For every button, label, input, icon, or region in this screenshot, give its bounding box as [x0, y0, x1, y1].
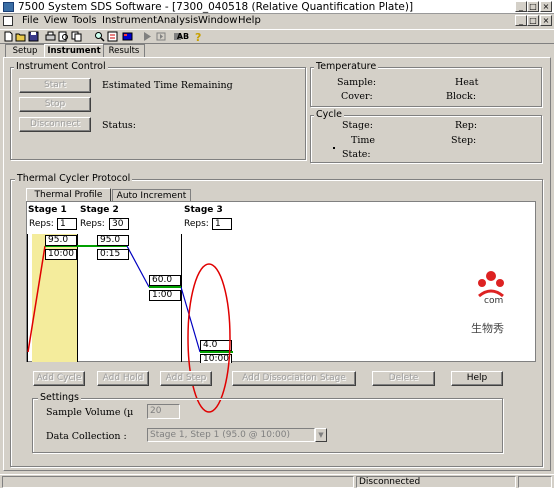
- add-cycle-button[interactable]: Add Cycle: [33, 371, 85, 386]
- menu-instrument[interactable]: Instrument: [102, 14, 157, 28]
- block-temp-label: Block:: [446, 91, 477, 102]
- add-dissociation-stage-button[interactable]: Add Dissociation Stage: [232, 371, 356, 386]
- status-label: Status:: [102, 120, 137, 131]
- sample-volume-input[interactable]: 20: [147, 404, 180, 419]
- disconnect-button[interactable]: Disconnect: [19, 117, 91, 132]
- text-format-icon[interactable]: AB: [176, 31, 190, 42]
- watermark-cn-text: 生物秀: [471, 322, 504, 335]
- find-icon[interactable]: [94, 31, 105, 42]
- menu-view[interactable]: View: [44, 14, 68, 28]
- stage2-step1-time-input[interactable]: 0:15: [97, 249, 129, 260]
- annotation-ellipse: [187, 263, 231, 413]
- tab-instrument[interactable]: Instrument: [44, 44, 104, 58]
- doc-minimize-button[interactable]: _: [515, 15, 527, 26]
- doc-restore-button[interactable]: □: [527, 15, 539, 26]
- close-button[interactable]: ×: [540, 1, 552, 12]
- chevron-down-icon[interactable]: ▼: [315, 428, 327, 442]
- tab-setup[interactable]: Setup: [5, 44, 45, 57]
- step-label: Step:: [451, 135, 477, 146]
- estimated-time-label: Estimated Time Remaining: [102, 80, 233, 91]
- up-ramp-line: [27, 245, 46, 353]
- temperature-label: Temperature: [314, 61, 379, 72]
- start-button[interactable]: Start: [19, 78, 91, 93]
- stop-button[interactable]: Stop: [19, 97, 91, 112]
- stage1-temp-input[interactable]: 95.0: [45, 235, 77, 246]
- delete-button[interactable]: Delete: [372, 371, 435, 386]
- menu-analysis[interactable]: Analysis: [157, 14, 198, 28]
- add-step-button[interactable]: Add Step: [160, 371, 212, 386]
- state-label: State:: [342, 149, 371, 160]
- new-icon[interactable]: [3, 31, 14, 42]
- temperature-profile-curve: [27, 245, 233, 353]
- status-bar: Disconnected: [0, 474, 554, 488]
- dot-mark: [333, 147, 335, 149]
- stage1-time-input[interactable]: 10:00: [45, 249, 77, 260]
- plate-icon[interactable]: [122, 31, 133, 42]
- menu-bar: File View Tools Instrument Analysis Wind…: [0, 14, 554, 28]
- toolbar: AB ?: [0, 29, 554, 44]
- menu-tools[interactable]: Tools: [72, 14, 97, 28]
- status-panel: [518, 476, 552, 488]
- menu-file[interactable]: File: [22, 14, 39, 28]
- help-icon[interactable]: ?: [192, 31, 203, 44]
- maximize-button[interactable]: □: [527, 1, 539, 12]
- sample-volume-label: Sample Volume (µ: [46, 407, 134, 418]
- print-icon[interactable]: [45, 31, 56, 42]
- cover-temp-label: Cover:: [341, 91, 373, 102]
- menu-window[interactable]: Window: [198, 14, 237, 28]
- print-preview-icon[interactable]: [58, 31, 69, 42]
- time-label: Time: [351, 135, 376, 146]
- window-title: 7500 System SDS Software - [7300_040518 …: [18, 1, 414, 13]
- step-icon[interactable]: [156, 31, 167, 42]
- doc-close-button[interactable]: ×: [540, 15, 552, 26]
- data-collection-label: Data Collection :: [46, 431, 127, 442]
- settings-label: Settings: [38, 392, 81, 403]
- menu-help[interactable]: Help: [238, 14, 261, 28]
- minimize-button[interactable]: _: [515, 1, 527, 12]
- help-button[interactable]: Help: [451, 371, 503, 386]
- open-icon[interactable]: [15, 31, 26, 42]
- document-icon[interactable]: [3, 16, 13, 26]
- title-bar: 7500 System SDS Software - [7300_040518 …: [0, 0, 554, 14]
- protocol-label: Thermal Cycler Protocol: [15, 173, 133, 184]
- watermark-text: com: [484, 296, 504, 306]
- stage2-step2-temp-input[interactable]: 60.0: [149, 275, 181, 286]
- copy-icon[interactable]: [71, 31, 82, 42]
- svg-text:?: ?: [195, 31, 201, 42]
- status-panel: [2, 476, 354, 488]
- thermal-profile-canvas: Stage 1 Stage 2 Stage 3 Reps: 1 Reps: 30…: [26, 201, 536, 364]
- play-icon[interactable]: [142, 31, 153, 42]
- add-hold-button[interactable]: Add Hold: [97, 371, 149, 386]
- cycle-label: Cycle: [314, 109, 344, 120]
- stage2-step1-temp-input[interactable]: 95.0: [97, 235, 129, 246]
- stage2-step2-time-input[interactable]: 1:00: [149, 290, 181, 301]
- stage-label: Stage:: [342, 120, 373, 131]
- connection-status: Disconnected: [356, 476, 516, 488]
- calculator-icon[interactable]: [107, 31, 118, 42]
- data-collection-select[interactable]: Stage 1, Step 1 (95.0 @ 10:00): [147, 428, 315, 442]
- save-icon[interactable]: [28, 31, 39, 42]
- rep-label: Rep:: [455, 120, 478, 131]
- app-icon: [3, 2, 14, 12]
- sample-temp-label: Sample:: [337, 77, 377, 88]
- tab-thermal-profile[interactable]: Thermal Profile: [26, 188, 111, 202]
- instrument-control-label: Instrument Control: [14, 61, 108, 72]
- heat-label: Heat: [455, 77, 479, 88]
- tab-results[interactable]: Results: [103, 44, 145, 57]
